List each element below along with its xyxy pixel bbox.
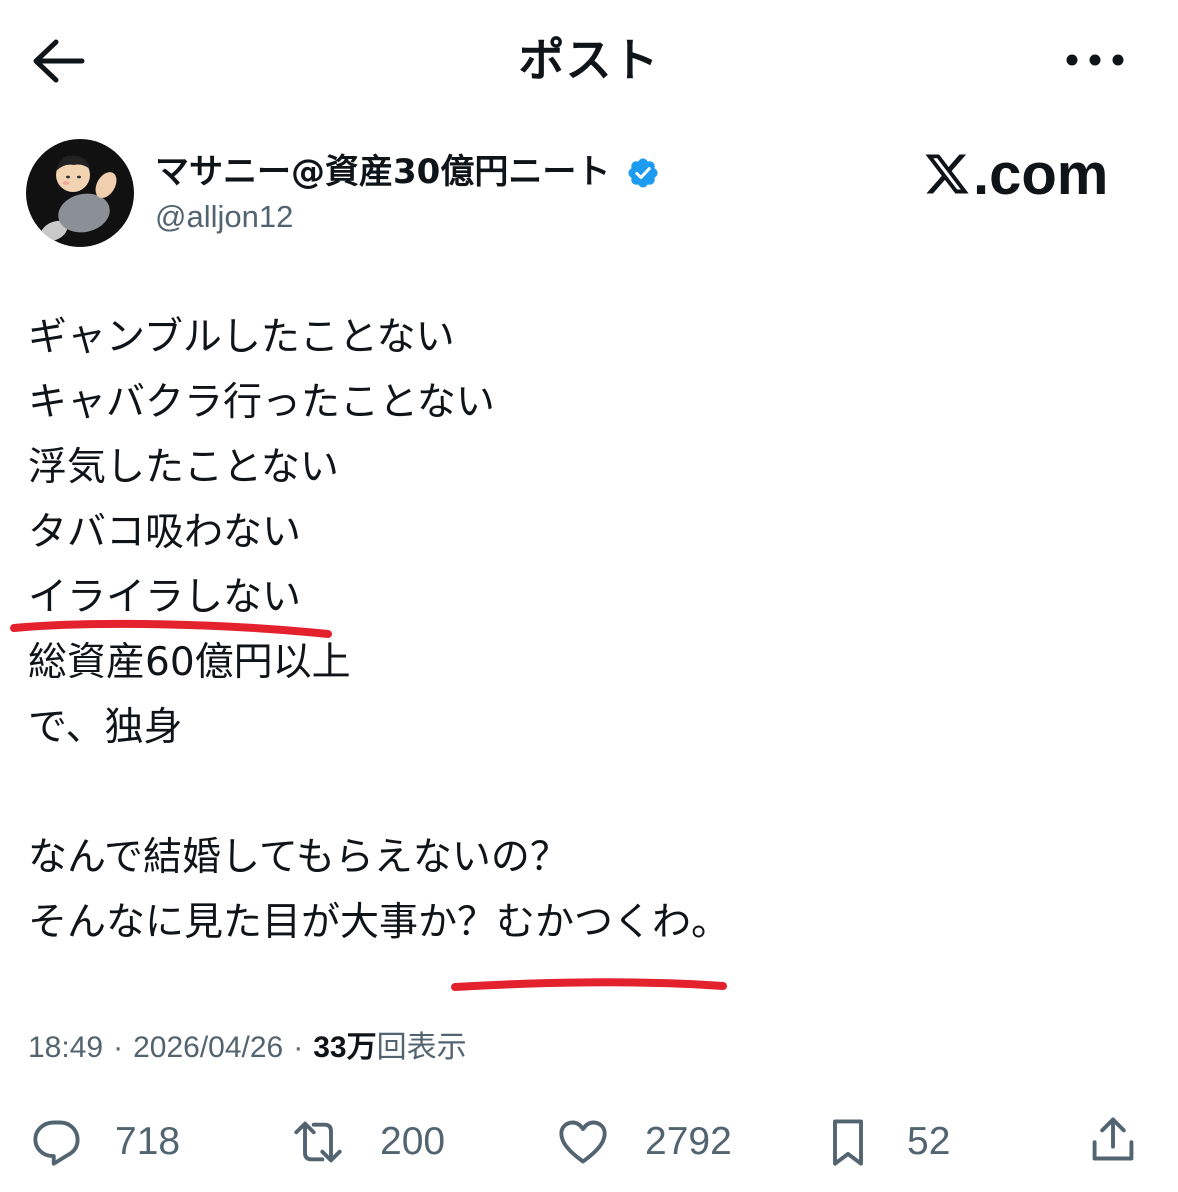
post-text-line: タバコ吸わない <box>28 510 302 555</box>
bookmark-button[interactable]: 52 <box>822 1116 972 1168</box>
repost-icon <box>294 1121 342 1163</box>
post-text-line: なんで結婚してもらえないの？ <box>28 835 569 880</box>
post-date: 2026/04/26 <box>133 1031 284 1064</box>
post-text-line: イライラしない <box>28 575 302 620</box>
post-time: 18:49 <box>28 1031 104 1064</box>
post-paragraph: ギャンブルしたことない キャバクラ行ったことない 浮気したことない タバコ吸わな… <box>28 305 1148 760</box>
post-meta: 18:49 · 2026/04/26 · 33万回表示 <box>28 1028 467 1068</box>
bookmark-icon <box>833 1119 863 1166</box>
verified-badge-icon <box>626 156 660 190</box>
share-button[interactable] <box>1087 1113 1139 1165</box>
meta-separator: · <box>293 1031 304 1064</box>
share-icon <box>1092 1117 1134 1161</box>
more-horizontal-icon <box>1066 54 1124 66</box>
post-text-line: 総資産60億円以上 <box>28 640 351 685</box>
views-label[interactable]: 回表示 <box>377 1031 467 1064</box>
bookmark-count: 52 <box>907 1120 951 1163</box>
post-body: ギャンブルしたことない キャバクラ行ったことない 浮気したことない タバコ吸わな… <box>28 305 1148 955</box>
meta-separator: · <box>113 1031 124 1064</box>
heart-icon <box>559 1120 607 1164</box>
repost-button[interactable]: 200 <box>292 1116 462 1168</box>
post-text-line: ギャンブルしたことない <box>28 315 455 360</box>
repost-count: 200 <box>380 1120 446 1163</box>
reply-count: 718 <box>115 1120 181 1163</box>
like-button[interactable]: 2792 <box>557 1116 757 1168</box>
post-text-line: 浮気したことない <box>28 445 339 490</box>
post-text-line: そんなに見た目が大事か？むかつくわ。 <box>28 900 731 945</box>
more-button[interactable] <box>1060 44 1132 76</box>
annotation-underline <box>451 978 727 991</box>
post-paragraph: なんで結婚してもらえないの？ そんなに見た目が大事か？むかつくわ。 <box>28 825 1148 955</box>
watermark-text: .com <box>973 142 1109 207</box>
avatar-image <box>26 139 134 247</box>
post-text-line: で、独身 <box>28 705 183 750</box>
author-name[interactable]: マサニー@資産30億円ニート <box>155 150 610 194</box>
page-title: ポスト <box>518 33 660 87</box>
avatar[interactable] <box>26 139 134 247</box>
author-handle[interactable]: @alljon12 <box>155 197 293 237</box>
post-text-line: キャバクラ行ったことない <box>28 380 495 425</box>
reply-icon <box>33 1120 80 1166</box>
x-logo-icon <box>923 150 971 198</box>
reply-button[interactable]: 718 <box>31 1116 191 1168</box>
views-count[interactable]: 33万 <box>313 1031 376 1064</box>
like-count: 2792 <box>645 1120 732 1163</box>
